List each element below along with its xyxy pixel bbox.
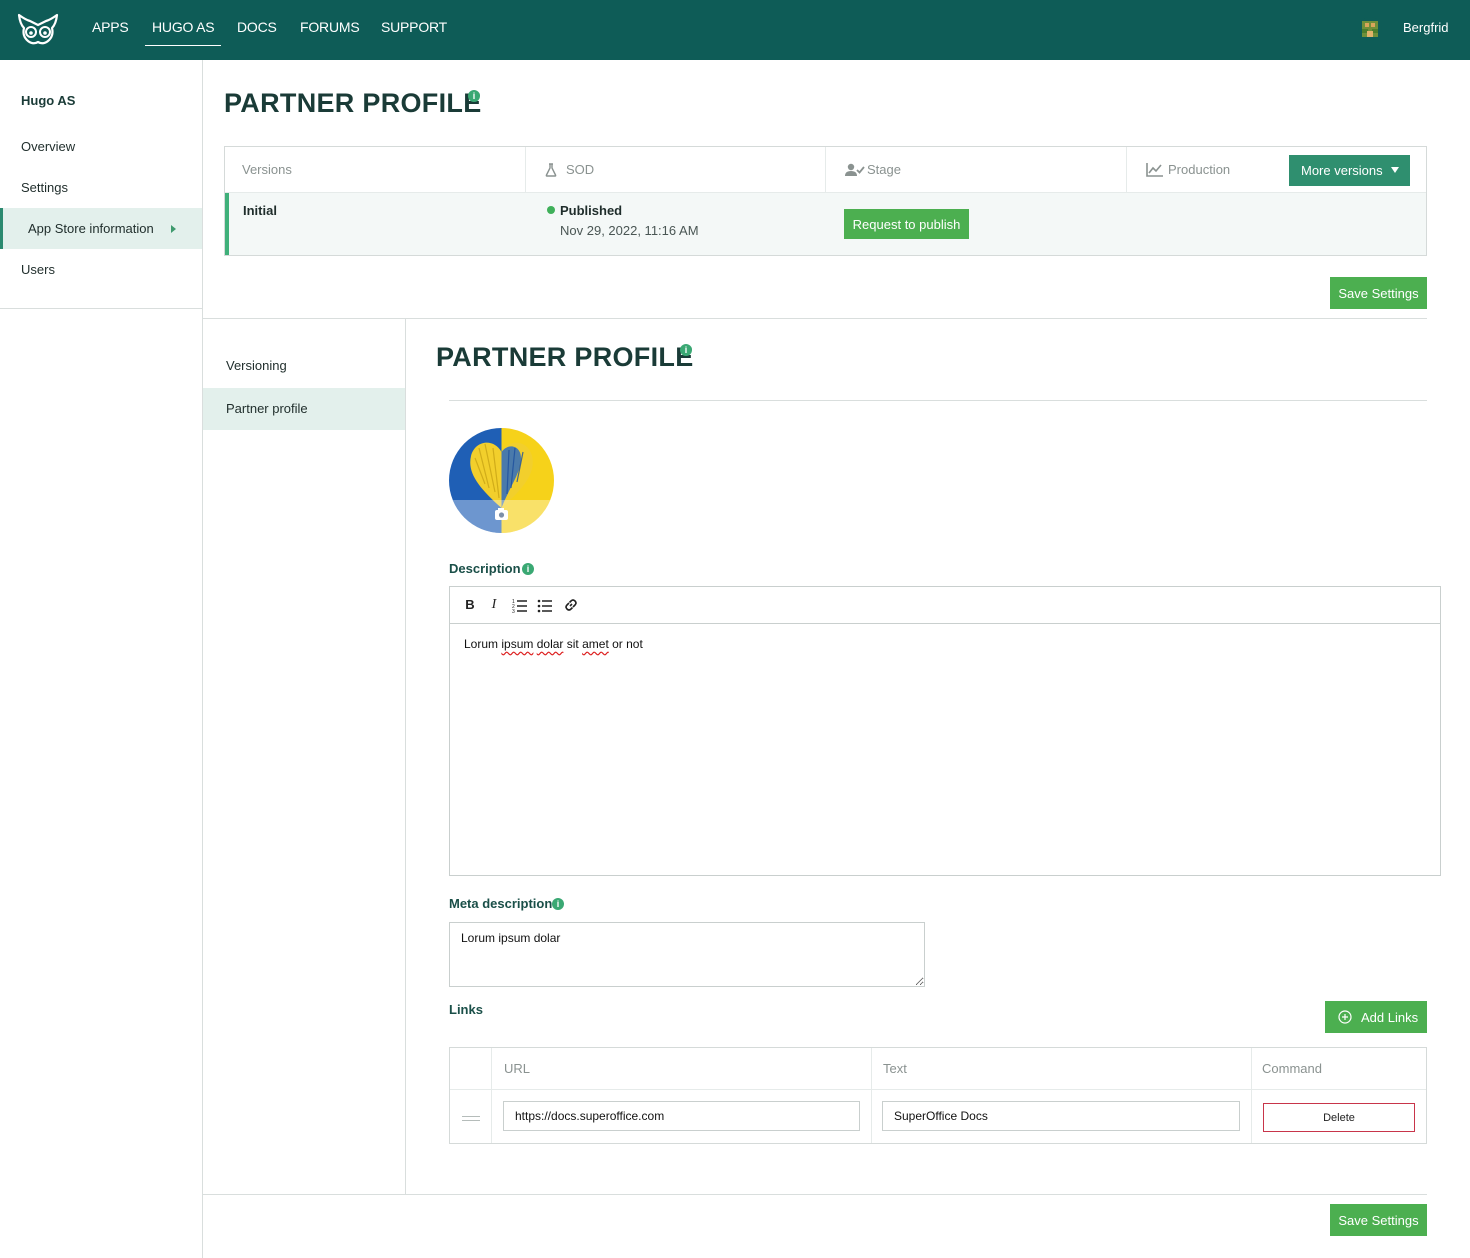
links-table: URL Text Command Delete (449, 1047, 1427, 1144)
nav-support[interactable]: SUPPORT (381, 19, 447, 35)
svg-text:3: 3 (512, 609, 515, 613)
sub-navigation: Versioning Partner profile (203, 318, 406, 1194)
link-url-input[interactable] (503, 1101, 860, 1131)
version-row[interactable]: Initial Published Nov 29, 2022, 11:16 AM… (225, 193, 1426, 255)
column-divider (871, 1048, 872, 1143)
description-label: Description (449, 561, 521, 576)
command-column-header: Command (1262, 1061, 1322, 1076)
page-title: PARTNER PROFILE (224, 88, 482, 118)
more-versions-label: More versions (1301, 163, 1383, 178)
meta-description-field[interactable] (449, 922, 925, 987)
subnav-item-versioning[interactable]: Versioning (203, 345, 405, 387)
user-avatar[interactable] (1358, 17, 1382, 41)
ordered-list-icon[interactable]: 1 2 3 (512, 597, 528, 613)
meta-description-label: Meta description (449, 896, 553, 911)
sidebar-item-overview[interactable]: Overview (0, 126, 202, 167)
version-name: Initial (243, 203, 277, 218)
status-date: Nov 29, 2022, 11:16 AM (560, 223, 699, 238)
caret-down-icon (1391, 167, 1399, 173)
bold-icon[interactable]: B (462, 597, 478, 613)
save-settings-button[interactable]: Save Settings (1330, 277, 1427, 309)
info-icon[interactable]: i (552, 898, 564, 910)
versions-column-header: Versions (242, 162, 292, 177)
user-check-icon (845, 163, 865, 176)
editor-text: ipsum (501, 637, 534, 651)
editor-text: sit (566, 637, 579, 651)
sod-column-header: SOD (566, 162, 595, 177)
nav-hugo-as[interactable]: HUGO AS (144, 19, 222, 46)
editor-text: dolar (536, 637, 564, 651)
stage-column-header: Stage (867, 162, 901, 177)
subnav-item-partner-profile[interactable]: Partner profile (203, 388, 405, 430)
caret-right-icon (171, 225, 176, 233)
section-divider (203, 1194, 1427, 1195)
chart-line-icon (1146, 163, 1163, 177)
sidebar-item-label: App Store information (28, 221, 154, 236)
description-editor[interactable]: B I 1 2 3 Lorum ipsum dolar sit amet or … (449, 586, 1441, 876)
delete-link-button[interactable]: Delete (1263, 1103, 1415, 1132)
info-icon[interactable]: i (680, 344, 692, 356)
link-icon[interactable] (563, 597, 579, 613)
sidebar-item-users[interactable]: Users (0, 249, 202, 290)
editor-text: or not (612, 637, 643, 651)
company-name: Hugo AS (21, 93, 76, 108)
nav-forums[interactable]: FORUMS (300, 19, 360, 35)
production-column-header: Production (1168, 162, 1231, 177)
text-column-header: Text (883, 1061, 907, 1076)
editor-content[interactable]: Lorum ipsum dolar sit amet or not (464, 637, 643, 651)
editor-text: amet (582, 637, 609, 651)
owl-logo-icon[interactable] (16, 12, 60, 48)
links-header: URL Text Command (450, 1048, 1426, 1090)
sidebar-item-app-store-information[interactable]: App Store information (0, 208, 202, 249)
sidebar-item-settings[interactable]: Settings (0, 167, 202, 208)
flask-icon (545, 163, 557, 177)
more-versions-button[interactable]: More versions (1289, 155, 1410, 186)
status-dot-icon (547, 206, 555, 214)
partner-logo-image[interactable] (449, 428, 554, 533)
user-name[interactable]: Bergfrid (1403, 20, 1449, 35)
save-settings-button[interactable]: Save Settings (1330, 1204, 1427, 1236)
sidebar: Hugo AS Overview Settings App Store info… (0, 60, 203, 1258)
links-label: Links (449, 1002, 483, 1017)
info-icon[interactable]: i (522, 563, 534, 575)
editor-toolbar: B I 1 2 3 (450, 587, 1440, 624)
add-links-label: Add Links (1361, 1009, 1419, 1025)
add-links-button[interactable]: Add Links (1325, 1001, 1427, 1033)
nav-apps[interactable]: APPS (92, 19, 129, 35)
nav-docs[interactable]: DOCS (237, 19, 277, 35)
url-column-header: URL (504, 1061, 531, 1076)
form-divider (449, 400, 1427, 401)
plus-circle-icon (1338, 1010, 1352, 1024)
top-navigation-bar: APPS HUGO AS DOCS FORUMS SUPPORT Bergfri… (0, 0, 1470, 60)
info-icon[interactable]: i (468, 90, 480, 102)
italic-icon[interactable]: I (486, 597, 502, 613)
form-title: PARTNER PROFILE (436, 342, 694, 372)
sidebar-divider (0, 308, 203, 309)
bullet-list-icon[interactable] (537, 597, 553, 613)
drag-handle-icon[interactable] (462, 1116, 480, 1121)
versions-table: Versions SOD Stage Production More versi… (224, 146, 1427, 256)
column-divider (1251, 1048, 1252, 1143)
request-to-publish-button[interactable]: Request to publish (844, 209, 969, 239)
column-divider (491, 1048, 492, 1143)
link-text-input[interactable] (882, 1101, 1240, 1131)
status-label: Published (560, 203, 623, 218)
editor-text: Lorum (464, 637, 499, 651)
